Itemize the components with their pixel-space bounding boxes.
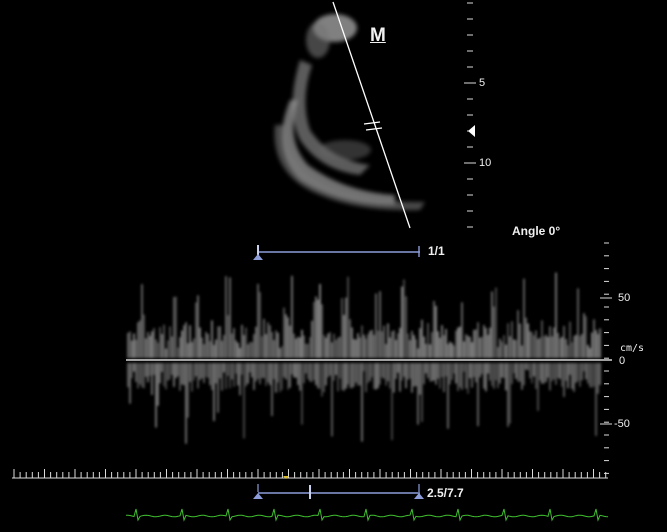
doppler-spectrum	[127, 272, 601, 444]
frame-slider[interactable]	[253, 245, 420, 260]
velocity-scale	[600, 242, 612, 474]
mode-marker: M	[370, 25, 386, 46]
ecg-trace	[125, 508, 609, 522]
echo-display	[12, 1, 612, 522]
depth-scale	[464, 2, 476, 228]
depth-label-10: 10	[479, 157, 492, 169]
velocity-unit: cm/s	[620, 343, 645, 354]
triangle-up-icon	[253, 493, 263, 499]
velocity-label-0: 0	[619, 355, 626, 367]
velocity-label-50: 50	[618, 292, 631, 304]
triangle-left-icon[interactable]	[468, 125, 475, 137]
triangle-up-icon	[414, 493, 424, 499]
double-slash-icon	[363, 121, 383, 131]
sweep-readout: 2.5/7.7	[427, 486, 464, 500]
echo-sector-image	[274, 14, 425, 211]
sweep-slider[interactable]	[253, 484, 424, 499]
depth-label-5: 5	[479, 77, 486, 89]
angle-label: Angle 0°	[512, 224, 561, 238]
frame-counter: 1/1	[428, 244, 445, 258]
triangle-up-icon	[253, 254, 263, 260]
time-axis	[12, 469, 608, 479]
velocity-label-minus50: -50	[614, 418, 630, 430]
